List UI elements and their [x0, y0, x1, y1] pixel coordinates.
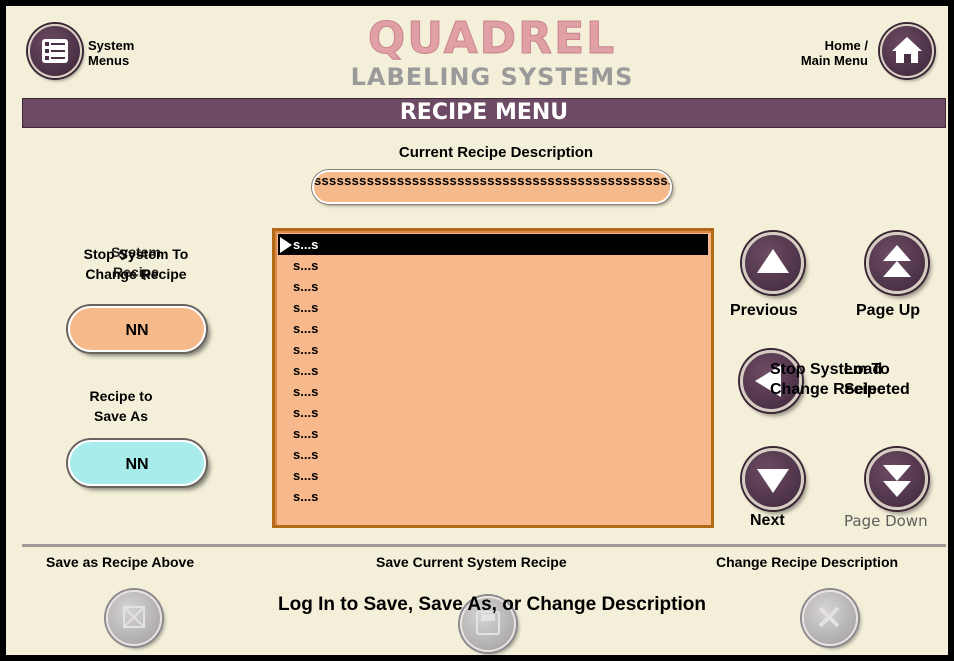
recipe-list-item-label: s...s	[293, 426, 319, 441]
home-button[interactable]	[880, 24, 934, 78]
change-recipe-description-label: Change Recipe Description	[716, 554, 899, 570]
recipe-list-item[interactable]: s...s	[275, 339, 711, 360]
current-recipe-description-field: ssssssssssssssssssssssssssssssssssssssss…	[312, 170, 672, 204]
double-down-arrow-icon	[883, 465, 911, 497]
recipe-list-item[interactable]: s...s	[275, 318, 711, 339]
recipe-list-item-selected[interactable]: s...s	[278, 234, 708, 255]
recipe-list-item-label: s...s	[293, 321, 319, 336]
brand-subtitle: LABELING SYSTEMS	[350, 63, 634, 91]
recipe-list-item[interactable]: s...s	[275, 255, 711, 276]
bottom-divider	[22, 544, 946, 547]
recipe-list-item-label: s...s	[293, 258, 319, 273]
login-required-message: Log In to Save, Save As, or Change Descr…	[278, 594, 706, 615]
recipe-to-save-as-field[interactable]: NN	[68, 440, 206, 486]
recipe-list-item-label: s...s	[293, 405, 319, 420]
recipe-list-item[interactable]: s...s	[275, 465, 711, 486]
recipe-list-item[interactable]: s...s	[275, 486, 711, 507]
home-label: Home / Main Menu	[800, 38, 868, 68]
previous-button[interactable]	[742, 232, 804, 294]
system-menus-label: System Menus	[88, 38, 135, 68]
recipe-list-item[interactable]: s...s	[275, 276, 711, 297]
recipe-list-item-label: s...s	[293, 363, 319, 378]
next-label: Next	[750, 512, 785, 529]
page-up-label: Page Up	[856, 302, 921, 319]
menu-list-icon	[42, 39, 68, 63]
brand-title: QUADREL	[367, 13, 617, 64]
next-button[interactable]	[742, 448, 804, 510]
recipe-list-item[interactable]: s...s	[275, 423, 711, 444]
change-recipe-description-button[interactable]	[802, 590, 858, 646]
recipe-list-item[interactable]: s...s	[275, 381, 711, 402]
save-as-recipe-above-label: Save as Recipe Above	[46, 554, 195, 570]
recipe-list-item[interactable]: s...s	[275, 297, 711, 318]
selection-arrow-icon	[280, 237, 292, 253]
double-up-arrow-icon	[883, 245, 911, 277]
recipe-list-item[interactable]: s...s	[275, 360, 711, 381]
recipe-list-item-label: s...s	[293, 237, 319, 252]
recipe-list-item-label: s...s	[293, 468, 319, 483]
system-recipe-field: NN	[68, 306, 206, 352]
home-icon	[892, 37, 922, 63]
recipe-list-item-label: s...s	[293, 384, 319, 399]
recipe-menu-screen: System Menus QUADREL LABELING SYSTEMS Ho…	[0, 0, 954, 661]
save-as-recipe-above-button[interactable]	[106, 590, 162, 646]
edit-description-icon	[818, 606, 840, 628]
load-selected-label: Load Selected	[844, 361, 910, 398]
current-recipe-description-label: Current Recipe Description	[398, 144, 594, 161]
down-arrow-icon	[757, 469, 789, 493]
system-menus-button[interactable]	[28, 24, 82, 78]
brand-logo: QUADREL LABELING SYSTEMS	[306, 13, 678, 91]
recipe-list-item-label: s...s	[293, 342, 319, 357]
recipe-list[interactable]: s...s s...s s...s s...s s...s s...s s...s s...s…	[272, 228, 714, 528]
page-title: RECIPE MENU	[22, 98, 946, 128]
page-down-label: Page Down	[844, 512, 928, 530]
page-up-button[interactable]	[866, 232, 928, 294]
recipe-list-item-label: s...s	[293, 447, 319, 462]
system-recipe-label: System Recipe	[111, 244, 161, 280]
previous-label: Previous	[730, 302, 798, 319]
save-as-icon	[123, 606, 145, 628]
recipe-list-item[interactable]: s...s	[275, 444, 711, 465]
recipe-list-item[interactable]: s...s	[275, 402, 711, 423]
up-arrow-icon	[757, 249, 789, 273]
recipe-to-save-as-label: Recipe to Save As	[89, 388, 153, 424]
recipe-list-item-label: s...s	[293, 300, 319, 315]
save-current-system-recipe-label: Save Current System Recipe	[376, 554, 567, 570]
page-down-button[interactable]	[866, 448, 928, 510]
recipe-list-item-label: s...s	[293, 279, 319, 294]
recipe-list-item-label: s...s	[293, 489, 319, 504]
